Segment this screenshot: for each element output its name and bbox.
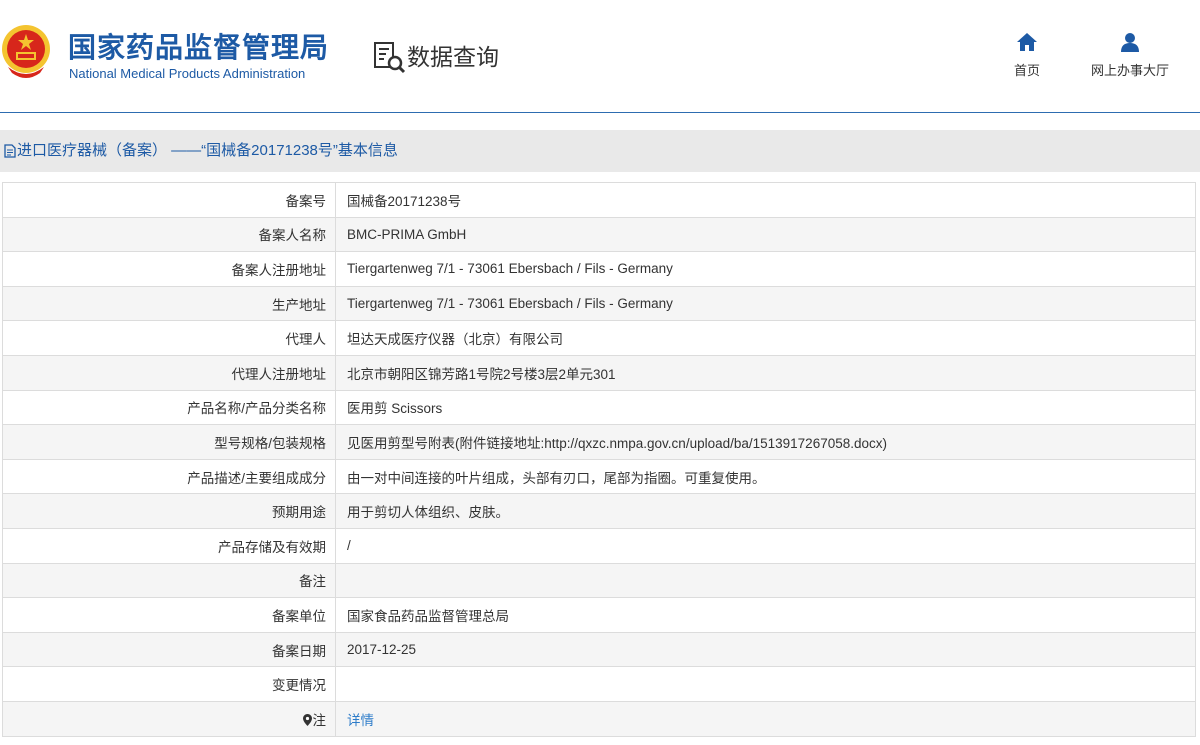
data-query-label[interactable]: 数据查询 bbox=[407, 38, 499, 72]
home-icon bbox=[1017, 33, 1037, 51]
row-label: 生产地址 bbox=[2, 285, 336, 322]
row-label: 备案单位 bbox=[2, 597, 336, 633]
national-emblem-icon bbox=[2, 25, 50, 78]
record-info-table: 备案号 国械备20171238号 备案人名称 BMC-PRIMA GmbH 备案… bbox=[2, 182, 1196, 737]
table-row: 备案人注册地址 Tiergartenweg 7/1 - 73061 Ebersb… bbox=[2, 251, 1196, 287]
row-label: 产品名称/产品分类名称 bbox=[2, 389, 336, 426]
table-row: 产品存储及有效期 / bbox=[2, 527, 1196, 564]
row-label: 备案日期 bbox=[2, 631, 336, 668]
row-value bbox=[335, 666, 1196, 702]
document-icon bbox=[4, 144, 16, 158]
table-row: 产品名称/产品分类名称 医用剪 Scissors bbox=[2, 389, 1196, 426]
row-value: Tiergartenweg 7/1 - 73061 Ebersbach / Fi… bbox=[335, 285, 1196, 322]
row-label: 备案人名称 bbox=[2, 216, 336, 253]
table-row: 备案人名称 BMC-PRIMA GmbH bbox=[2, 216, 1196, 253]
row-label: 备案人注册地址 bbox=[2, 251, 336, 287]
site-title-cn: 国家药品监督管理局 bbox=[68, 32, 330, 63]
row-value: 见医用剪型号附表(附件链接地址:http://qxzc.nmpa.gov.cn/… bbox=[335, 424, 1196, 460]
table-row: 生产地址 Tiergartenweg 7/1 - 73061 Ebersbach… bbox=[2, 285, 1196, 322]
site-header: 国家药品监督管理局 National Medical Products Admi… bbox=[0, 0, 1200, 113]
table-row: 备注 bbox=[2, 562, 1196, 599]
row-label: 产品存储及有效期 bbox=[2, 527, 336, 564]
row-value bbox=[335, 562, 1196, 599]
record-title-bar: 进口医疗器械（备案） ——“国械备20171238号”基本信息 bbox=[0, 130, 1200, 172]
row-value: 国械备20171238号 bbox=[335, 182, 1196, 218]
row-value: 详情 bbox=[335, 700, 1196, 737]
table-row: 型号规格/包装规格 见医用剪型号附表(附件链接地址:http://qxzc.nm… bbox=[2, 424, 1196, 460]
row-label: 产品描述/主要组成成分 bbox=[2, 458, 336, 495]
table-row: 备案号 国械备20171238号 bbox=[2, 182, 1196, 218]
nav-home-label: 首页 bbox=[1013, 63, 1040, 78]
note-row-label: 注 bbox=[2, 700, 336, 737]
table-row: 预期用途 用于剪切人体组织、皮肤。 bbox=[2, 493, 1196, 529]
row-label: 备案号 bbox=[2, 182, 336, 218]
nav-online-hall-label: 网上办事大厅 bbox=[1090, 63, 1169, 78]
table-row: 变更情况 bbox=[2, 666, 1196, 702]
row-value: BMC-PRIMA GmbH bbox=[335, 216, 1196, 253]
row-label: 备注 bbox=[2, 562, 336, 599]
row-label: 变更情况 bbox=[2, 666, 336, 702]
row-value: 北京市朝阳区锦芳路1号院2号楼3层2单元301 bbox=[335, 354, 1196, 391]
table-row: 备案单位 国家食品药品监督管理总局 bbox=[2, 597, 1196, 633]
user-icon bbox=[1121, 33, 1139, 52]
page-title: 进口医疗器械（备案） ——“国械备20171238号”基本信息 bbox=[17, 142, 398, 159]
row-label: 代理人 bbox=[2, 320, 336, 356]
row-label: 型号规格/包装规格 bbox=[2, 424, 336, 460]
row-label: 预期用途 bbox=[2, 493, 336, 529]
site-title-en: National Medical Products Administration bbox=[69, 66, 306, 81]
row-value: 坦达天成医疗仪器（北京）有限公司 bbox=[335, 320, 1196, 356]
row-label: 代理人注册地址 bbox=[2, 354, 336, 391]
details-link[interactable]: 详情 bbox=[347, 713, 374, 728]
row-value: / bbox=[335, 527, 1196, 564]
row-value: 用于剪切人体组织、皮肤。 bbox=[335, 493, 1196, 529]
row-value: 由一对中间连接的叶片组成，头部有刃口，尾部为指圈。可重复使用。 bbox=[335, 458, 1196, 495]
row-value: 2017-12-25 bbox=[335, 631, 1196, 668]
table-row: 备案日期 2017-12-25 bbox=[2, 631, 1196, 668]
nav-online-hall-button[interactable]: 网上办事大厅 bbox=[1080, 32, 1180, 79]
row-value: 医用剪 Scissors bbox=[335, 389, 1196, 426]
nav-home-button[interactable]: 首页 bbox=[1000, 32, 1054, 79]
location-pin-icon bbox=[302, 713, 312, 726]
row-label: 注 bbox=[312, 712, 327, 728]
table-row: 代理人 坦达天成医疗仪器（北京）有限公司 bbox=[2, 320, 1196, 356]
row-value: Tiergartenweg 7/1 - 73061 Ebersbach / Fi… bbox=[335, 251, 1196, 287]
table-row: 代理人注册地址 北京市朝阳区锦芳路1号院2号楼3层2单元301 bbox=[2, 354, 1196, 391]
table-row: 产品描述/主要组成成分 由一对中间连接的叶片组成，头部有刃口，尾部为指圈。可重复… bbox=[2, 458, 1196, 495]
table-row: 注 详情 bbox=[2, 700, 1196, 737]
data-query-icon[interactable] bbox=[373, 40, 407, 74]
row-value: 国家食品药品监督管理总局 bbox=[335, 597, 1196, 633]
